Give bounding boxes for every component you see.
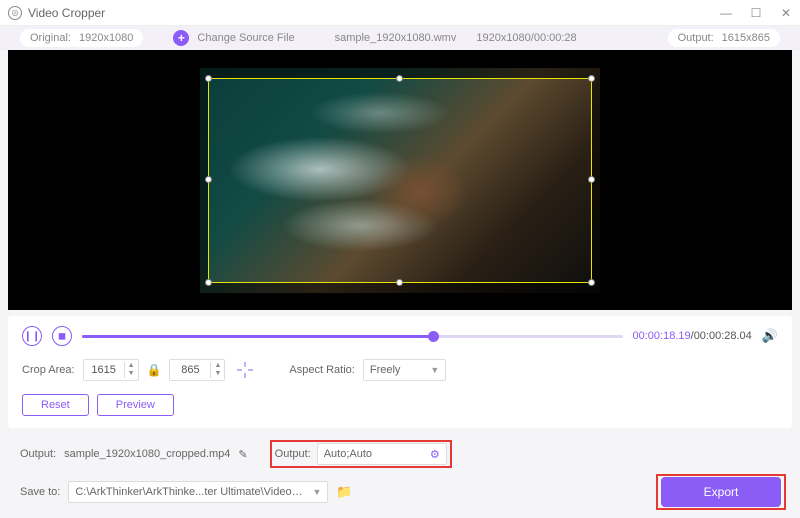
app-title: Video Cropper — [28, 6, 105, 20]
seek-knob[interactable] — [428, 331, 439, 342]
save-path-value: C:\ArkThinker\ArkThinke...ter Ultimate\V… — [75, 486, 305, 498]
preview-button[interactable]: Preview — [97, 394, 174, 416]
source-filename: sample_1920x1080.wmv — [335, 32, 457, 44]
center-crop-icon[interactable] — [233, 358, 257, 382]
crop-height-value[interactable] — [170, 364, 210, 376]
crop-height-input[interactable]: ▲▼ — [169, 359, 225, 381]
chevron-down-icon: ▼ — [430, 365, 439, 375]
crop-handle[interactable] — [396, 279, 403, 286]
output-settings-field[interactable]: Auto;Auto ⚙ — [317, 443, 447, 465]
edit-filename-icon[interactable]: ✎ — [238, 448, 247, 461]
crop-handle[interactable] — [205, 279, 212, 286]
output-size-pill: Output: 1615x865 — [668, 29, 780, 47]
crop-handle[interactable] — [205, 176, 212, 183]
close-button[interactable]: ✕ — [780, 6, 792, 20]
crop-handle[interactable] — [396, 75, 403, 82]
time-display: 00:00:18.19/00:00:28.04 — [633, 330, 752, 342]
lock-aspect-icon[interactable]: 🔒 — [147, 363, 162, 377]
maximize-button[interactable]: ☐ — [750, 6, 762, 20]
original-value: 1920x1080 — [79, 32, 133, 44]
title-bar: ◎ Video Cropper — ☐ ✕ — [0, 0, 800, 26]
stepper-up-icon[interactable]: ▲ — [211, 362, 224, 370]
aspect-ratio-value: Freely — [370, 364, 401, 376]
video-preview[interactable] — [200, 68, 600, 293]
video-stage — [8, 50, 792, 310]
output-settings-highlight: Output: Auto;Auto ⚙ — [270, 440, 452, 468]
stepper-down-icon[interactable]: ▼ — [211, 370, 224, 378]
add-source-icon[interactable]: + — [173, 30, 189, 46]
original-size-pill: Original: 1920x1080 — [20, 29, 143, 47]
info-bar: Original: 1920x1080 + Change Source File… — [0, 26, 800, 50]
save-path-select[interactable]: C:\ArkThinker\ArkThinke...ter Ultimate\V… — [68, 481, 328, 503]
save-to-label: Save to: — [20, 486, 60, 498]
seek-fill — [82, 335, 433, 338]
original-label: Original: — [30, 32, 71, 44]
settings-gear-icon[interactable]: ⚙ — [430, 448, 440, 461]
crop-handle[interactable] — [588, 75, 595, 82]
crop-handle[interactable] — [205, 75, 212, 82]
crop-handle[interactable] — [588, 176, 595, 183]
crop-area-label: Crop Area: — [22, 364, 75, 376]
app-logo-icon: ◎ — [8, 6, 22, 20]
stepper-down-icon[interactable]: ▼ — [125, 370, 138, 378]
aspect-ratio-select[interactable]: Freely ▼ — [363, 359, 446, 381]
minimize-button[interactable]: — — [720, 6, 732, 20]
crop-width-value[interactable] — [84, 364, 124, 376]
crop-rectangle[interactable] — [208, 78, 592, 283]
change-source-button[interactable]: Change Source File — [197, 32, 294, 44]
stepper-up-icon[interactable]: ▲ — [125, 362, 138, 370]
aspect-ratio-label: Aspect Ratio: — [289, 364, 354, 376]
reset-button[interactable]: Reset — [22, 394, 89, 416]
source-res-time: 1920x1080/00:00:28 — [476, 32, 576, 44]
time-current: 00:00:18.19 — [633, 330, 691, 342]
controls-panel: ❙❙ ◼ 00:00:18.19/00:00:28.04 🔊 Crop Area… — [8, 316, 792, 428]
pause-button[interactable]: ❙❙ — [22, 326, 42, 346]
stop-button[interactable]: ◼ — [52, 326, 72, 346]
bottom-panel: Output: sample_1920x1080_cropped.mp4 ✎ O… — [0, 428, 800, 516]
output-file-label: Output: — [20, 448, 56, 460]
chevron-down-icon: ▼ — [312, 487, 321, 497]
open-folder-icon[interactable]: 📁 — [336, 484, 352, 500]
time-total: 00:00:28.04 — [694, 330, 752, 342]
crop-width-input[interactable]: ▲▼ — [83, 359, 139, 381]
output-value: 1615x865 — [722, 32, 770, 44]
output-settings-label: Output: — [275, 448, 311, 460]
output-filename: sample_1920x1080_cropped.mp4 — [64, 448, 230, 460]
export-highlight: Export — [656, 474, 786, 510]
seek-slider[interactable] — [82, 335, 623, 338]
volume-icon[interactable]: 🔊 — [762, 328, 778, 344]
output-settings-value: Auto;Auto — [324, 448, 372, 460]
export-button[interactable]: Export — [661, 477, 781, 507]
crop-handle[interactable] — [588, 279, 595, 286]
output-label: Output: — [678, 32, 714, 44]
